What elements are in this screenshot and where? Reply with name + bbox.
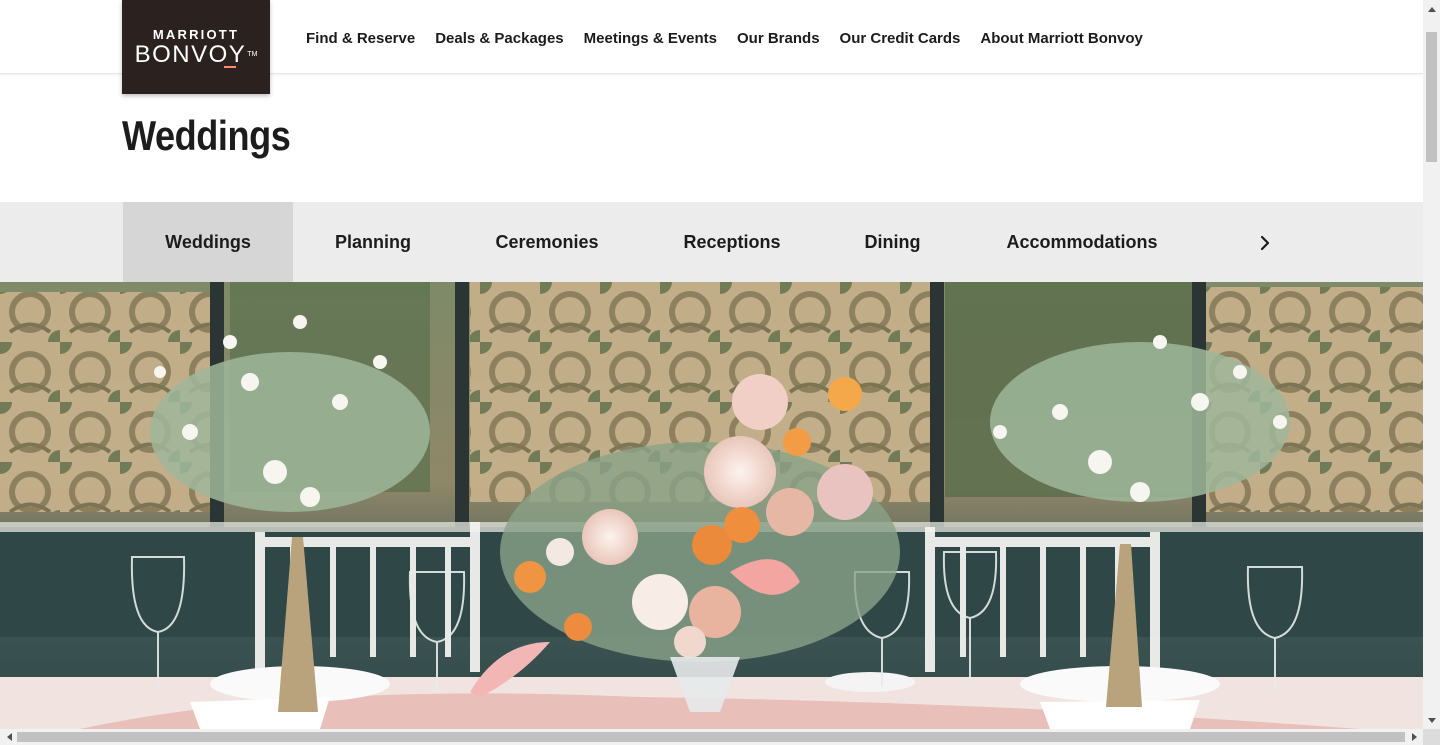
horizontal-scroll-thumb[interactable] (17, 732, 1405, 742)
nav-about-marriott-bonvoy[interactable]: About Marriott Bonvoy (980, 30, 1143, 47)
tab-planning[interactable]: Planning (293, 202, 453, 282)
caret-up-icon (1427, 6, 1436, 12)
caret-left-icon (6, 733, 12, 741)
hero-image (0, 282, 1423, 729)
nav-meetings-events[interactable]: Meetings & Events (584, 30, 717, 47)
marriott-bonvoy-logo[interactable]: MARRIOTT BONVOYTM (122, 0, 270, 94)
logo-wordmark: BONVOY (134, 40, 247, 68)
scroll-left-arrow[interactable] (0, 729, 17, 745)
tab-dining[interactable]: Dining (823, 202, 962, 282)
page-viewport: Find & Reserve Deals & Packages Meetings… (0, 0, 1423, 729)
logo-line-2: BONVOYTM (134, 40, 258, 68)
scrollbar-corner (1423, 729, 1440, 745)
logo-accent-bar (223, 65, 236, 68)
vertical-scrollbar[interactable] (1423, 0, 1440, 729)
nav-our-credit-cards[interactable]: Our Credit Cards (840, 30, 961, 47)
nav-find-reserve[interactable]: Find & Reserve (306, 30, 415, 47)
primary-nav: Find & Reserve Deals & Packages Meetings… (306, 30, 1143, 47)
wedding-table-photo (0, 282, 1423, 729)
caret-right-icon (1411, 733, 1417, 741)
tab-next-button[interactable] (1250, 228, 1280, 258)
page-title: Weddings (122, 112, 291, 159)
scroll-right-arrow[interactable] (1406, 729, 1423, 745)
nav-deals-packages[interactable]: Deals & Packages (435, 30, 563, 47)
tab-accommodations[interactable]: Accommodations (962, 202, 1202, 282)
nav-our-brands[interactable]: Our Brands (737, 30, 820, 47)
logo-trademark: TM (247, 50, 258, 58)
tab-ceremonies[interactable]: Ceremonies (453, 202, 641, 282)
logo-line-1: MARRIOTT (152, 26, 240, 42)
vertical-scroll-thumb[interactable] (1426, 32, 1437, 162)
scroll-down-arrow[interactable] (1423, 712, 1440, 729)
horizontal-scrollbar[interactable] (0, 729, 1423, 745)
section-tabs: Weddings Planning Ceremonies Receptions … (0, 202, 1423, 282)
chevron-right-icon (1260, 235, 1270, 251)
caret-down-icon (1427, 717, 1436, 723)
tab-weddings[interactable]: Weddings (123, 202, 293, 282)
scroll-up-arrow[interactable] (1423, 0, 1440, 17)
tab-receptions[interactable]: Receptions (641, 202, 823, 282)
